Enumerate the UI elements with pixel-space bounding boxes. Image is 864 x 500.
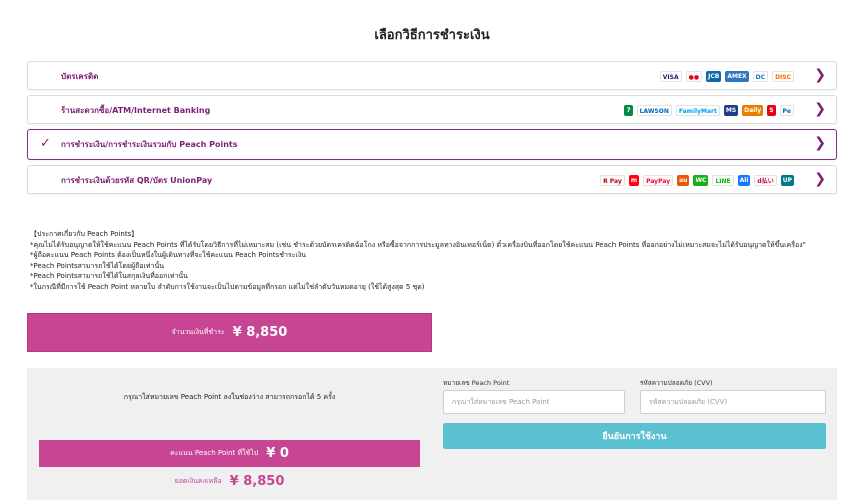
points-used: คะแนน Peach Point ที่ใช้ไป ¥ 0 bbox=[39, 440, 420, 467]
chevron-right-icon[interactable]: ❯ bbox=[814, 101, 826, 117]
chevron-right-icon[interactable]: ❯ bbox=[814, 135, 826, 151]
remaining-balance: ยอดเงินคงเหลือ ¥ 8,850 bbox=[27, 474, 432, 489]
card-logos: VISA ●● JCB AMEX DC DISC bbox=[659, 69, 794, 83]
remaining-value: ¥ 8,850 bbox=[229, 474, 285, 489]
notice-line: *ในกรณีที่มีการใช้ Peach Point หลายใบ ลำ… bbox=[30, 282, 425, 291]
method-credit-card[interactable]: บัตรเครดิต VISA ●● JCB AMEX DC DISC ❯ bbox=[27, 61, 837, 90]
peach-point-panel: กรุณาใส่หมายเลข Peach Point ลงในช่องว่าง… bbox=[27, 368, 837, 500]
amount-label: จำนวนเงินที่ชำระ bbox=[171, 328, 225, 336]
notice-line: *Peach Pointsสามารถใช้ได้โดยผู้ถือเท่านั… bbox=[30, 261, 165, 270]
daily-yamazaki-logo: Daily bbox=[742, 104, 764, 116]
points-used-label: คะแนน Peach Point ที่ใช้ไป bbox=[170, 449, 259, 457]
qr-logos: R Pay m PayPay au WC LINE Ali d払い UP bbox=[600, 173, 794, 187]
merpay-logo: m bbox=[628, 174, 640, 186]
linepay-logo: LINE bbox=[712, 174, 734, 186]
rpay-logo: R Pay bbox=[600, 174, 625, 186]
seven-eleven-logo: 7 bbox=[624, 104, 633, 116]
method-label: การชำระเงิน/การชำระเงินรวมกับ Peach Poin… bbox=[61, 140, 238, 149]
unionpay-logo: UP bbox=[780, 174, 794, 186]
method-label: บัตรเครดิต bbox=[61, 72, 99, 81]
store-logos: 7 LAWSON FamilyMart MS Daily S Pe bbox=[624, 103, 794, 117]
lawson-logo: LAWSON bbox=[636, 104, 672, 116]
payment-method-list: บัตรเครดิต VISA ●● JCB AMEX DC DISC ❯ ร้านสะด… bbox=[27, 61, 837, 199]
paypay-logo: PayPay bbox=[643, 174, 674, 186]
discover-logo: DISC bbox=[772, 70, 794, 82]
ministop-logo: MS bbox=[723, 104, 739, 116]
wechat-logo: WC bbox=[693, 174, 709, 186]
method-peach-points[interactable]: ✓ การชำระเงิน/การชำระเงินรวมกับ Peach Po… bbox=[27, 129, 837, 160]
dbarai-logo: d払い bbox=[754, 174, 777, 186]
chevron-right-icon[interactable]: ❯ bbox=[814, 67, 826, 83]
notice-line: *คุณไม่ได้รับอนุญาตให้ใช้คะแนน Peach Poi… bbox=[30, 240, 806, 249]
cvv-input[interactable] bbox=[640, 390, 826, 414]
chevron-right-icon[interactable]: ❯ bbox=[814, 171, 826, 187]
check-icon: ✓ bbox=[40, 136, 51, 151]
cvv-label: รหัสความปลอดภัย (CVV) bbox=[640, 379, 713, 387]
jcb-logo: JCB bbox=[706, 70, 722, 82]
method-qr-unionpay[interactable]: การชำระเงินด้วยรหัส QR/บัตร UnionPay R P… bbox=[27, 165, 837, 194]
payment-amount: จำนวนเงินที่ชำระ ¥ 8,850 bbox=[27, 313, 432, 352]
method-convenience-store[interactable]: ร้านสะดวกซื้อ/ATM/Internet Banking 7 LAWS… bbox=[27, 95, 837, 124]
mastercard-logo: ●● bbox=[685, 70, 703, 82]
payeasy-logo: Pe bbox=[779, 104, 794, 116]
alipay-logo: Ali bbox=[737, 174, 751, 186]
amex-logo: AMEX bbox=[725, 70, 749, 82]
method-label: การชำระเงินด้วยรหัส QR/บัตร UnionPay bbox=[61, 176, 213, 185]
points-used-value: ¥ 0 bbox=[266, 446, 289, 461]
familymart-logo: FamilyMart bbox=[675, 104, 720, 116]
notice-line: *Peach Pointsสามารถใช้ได้ในสกุลเงินที่ออ… bbox=[30, 272, 188, 280]
point-number-input[interactable] bbox=[443, 390, 625, 414]
page-title: เลือกวิธีการชำระเงิน bbox=[374, 28, 490, 43]
diners-logo: DC bbox=[752, 70, 769, 82]
method-label: ร้านสะดวกซื้อ/ATM/Internet Banking bbox=[61, 106, 211, 115]
confirm-button[interactable]: ยืนยันการใช้งาน bbox=[443, 423, 826, 449]
point-number-label: หมายเลข Peach Point bbox=[443, 379, 510, 387]
peach-points-notice: 【ประกาศเกี่ยวกับ Peach Points】 *คุณไม่ได… bbox=[30, 229, 830, 292]
visa-logo: VISA bbox=[659, 70, 682, 82]
seicomart-logo: S bbox=[767, 104, 776, 116]
aupay-logo: au bbox=[677, 174, 690, 186]
remaining-label: ยอดเงินคงเหลือ bbox=[174, 477, 222, 485]
amount-value: ¥ 8,850 bbox=[232, 325, 288, 340]
notice-line: 【ประกาศเกี่ยวกับ Peach Points】 bbox=[30, 230, 139, 238]
point-instruction: กรุณาใส่หมายเลข Peach Point ลงในช่องว่าง… bbox=[123, 393, 336, 401]
notice-line: *ผู้ถือคะแนน Peach Points ต้องเป็นหนึ่งใ… bbox=[30, 251, 307, 259]
